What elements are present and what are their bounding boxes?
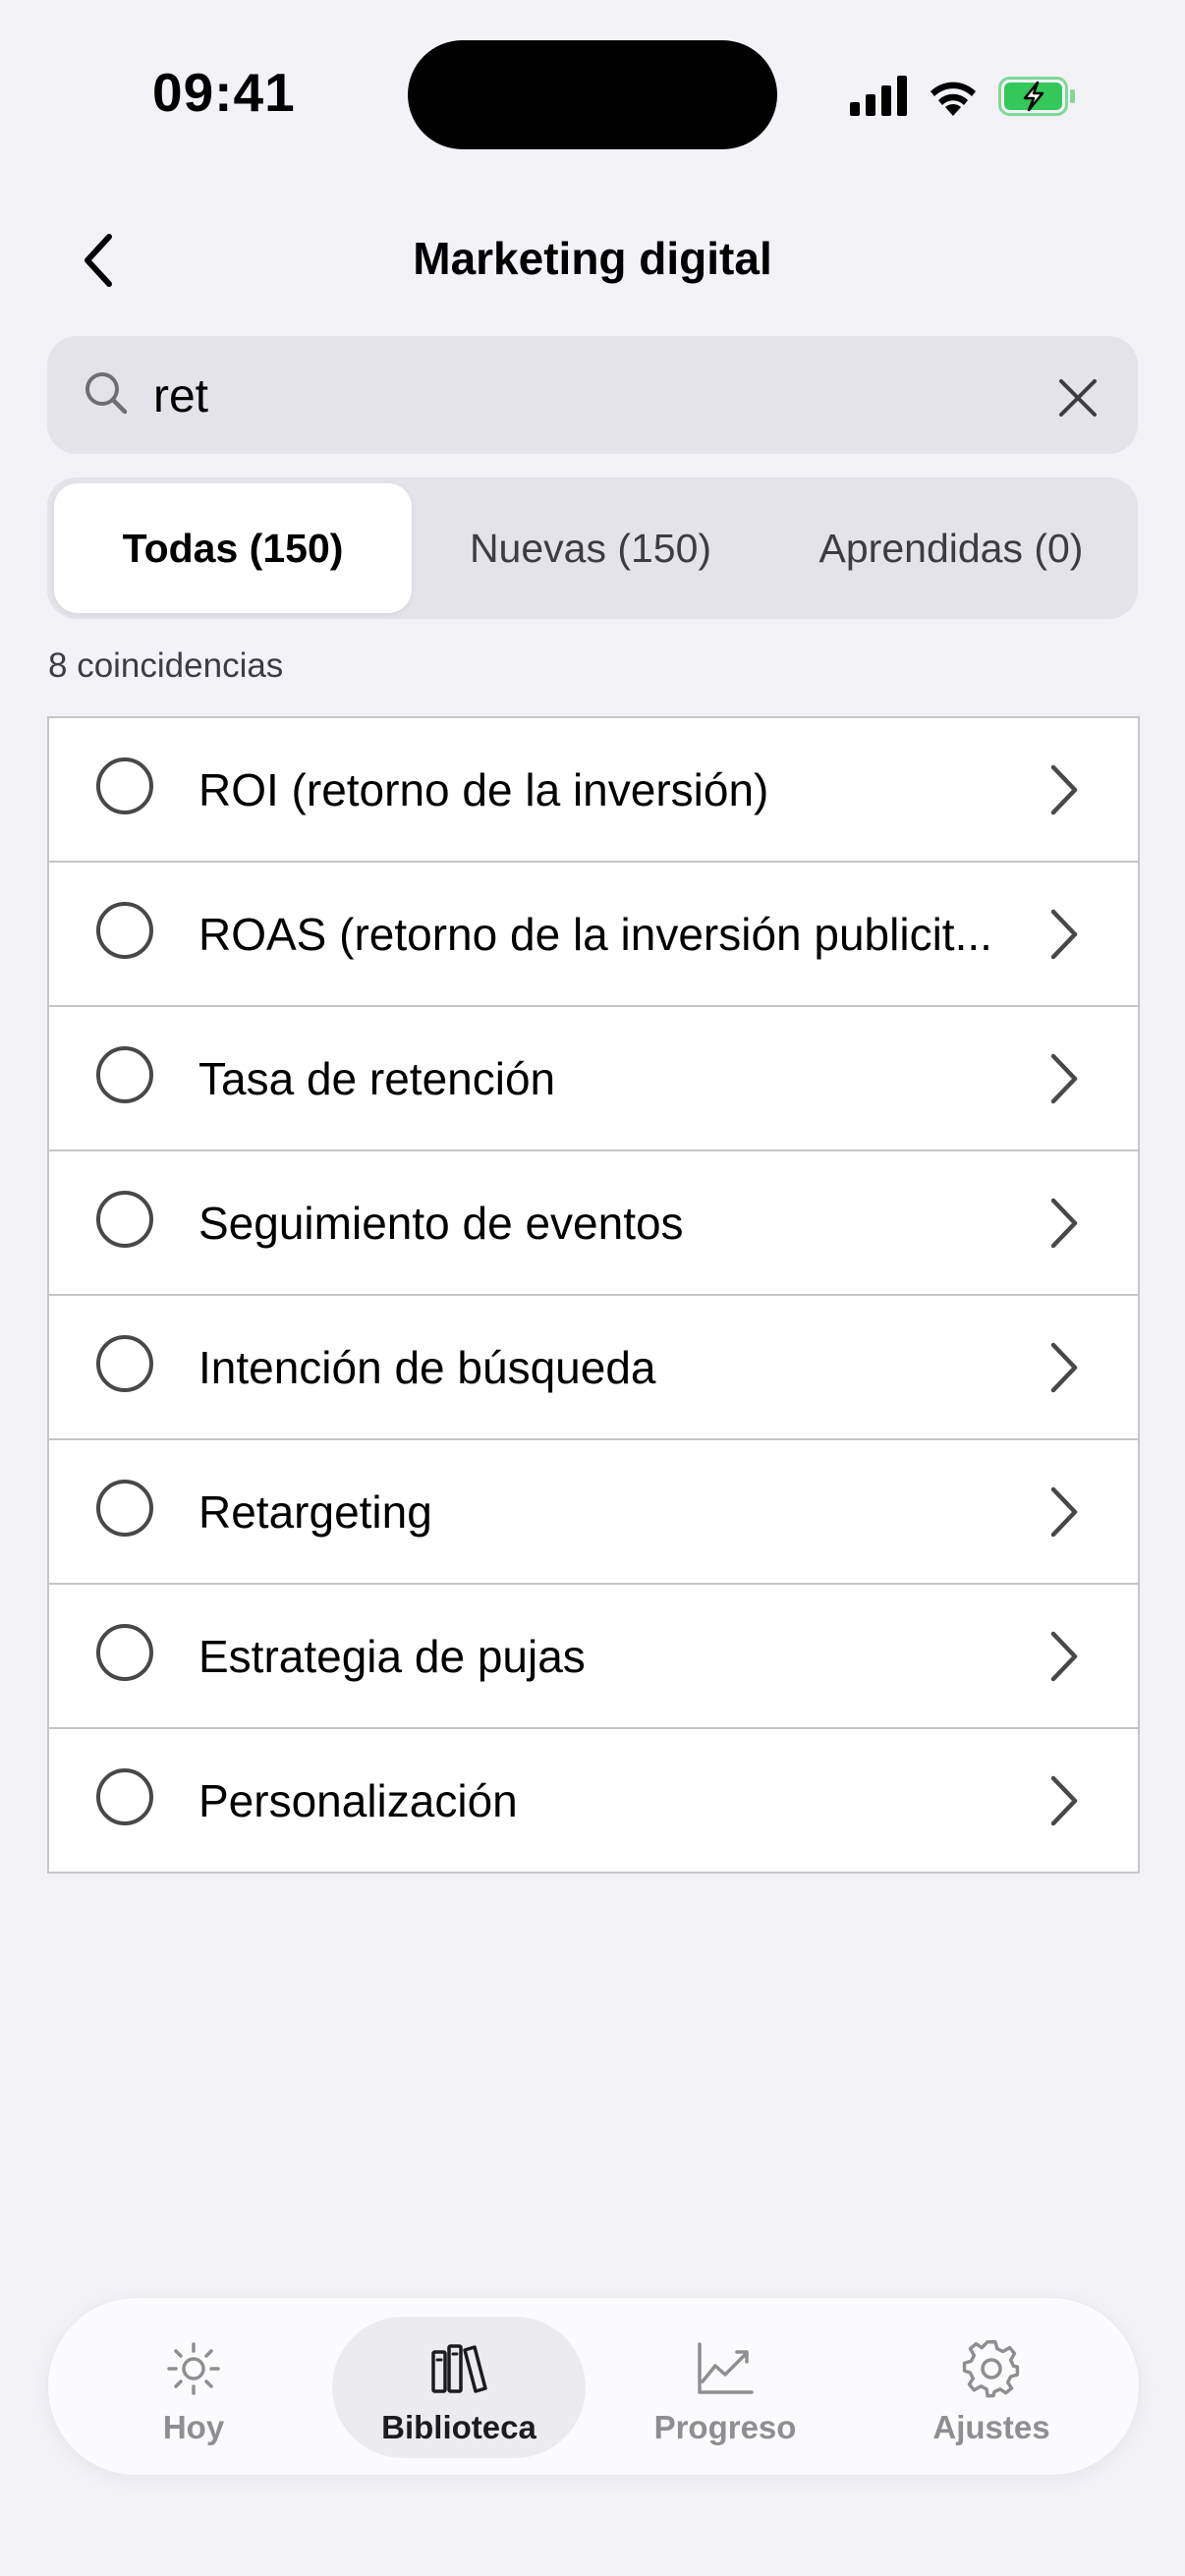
chevron-right-icon	[1050, 1775, 1078, 1826]
gear-icon	[962, 2340, 1020, 2398]
chevron-right-icon	[1050, 1053, 1078, 1104]
library-icon	[431, 2344, 487, 2393]
tab-nuevas[interactable]: Nuevas (150)	[412, 483, 769, 613]
list-item[interactable]: Intención de búsqueda	[49, 1296, 1138, 1440]
list-item-label: Tasa de retención	[198, 1052, 556, 1104]
list-item-label: Intención de búsqueda	[198, 1341, 656, 1393]
radio-circle-icon[interactable]	[96, 1624, 153, 1681]
page-title: Marketing digital	[413, 233, 772, 284]
radio-circle-icon[interactable]	[96, 757, 153, 814]
radio-circle-icon[interactable]	[96, 1768, 153, 1825]
radio-circle-icon[interactable]	[96, 1046, 153, 1103]
status-icons	[847, 73, 1083, 120]
chevron-right-icon	[1050, 1198, 1078, 1249]
list-item-label: Retargeting	[198, 1485, 432, 1538]
status-time: 09:41	[152, 62, 296, 123]
chevron-right-icon	[1050, 764, 1078, 815]
radio-circle-icon[interactable]	[96, 1335, 153, 1392]
tab-label: Hoy	[162, 2409, 225, 2445]
list-item-label: Seguimiento de eventos	[198, 1197, 684, 1249]
list-item[interactable]: ROI (retorno de la inversión)	[49, 718, 1138, 863]
tab-label: Progreso	[653, 2409, 797, 2445]
close-icon	[1059, 379, 1097, 417]
list-item[interactable]: Estrategia de pujas	[49, 1585, 1138, 1729]
signal-icon	[850, 76, 907, 116]
list-item[interactable]: Tasa de retención	[49, 1007, 1138, 1151]
battery-icon	[998, 77, 1075, 116]
chevron-right-icon	[1050, 1342, 1078, 1393]
radio-circle-icon[interactable]	[96, 1480, 153, 1537]
tab-aprendidas[interactable]: Aprendidas (0)	[769, 483, 1133, 613]
tab-label: Biblioteca	[381, 2409, 536, 2445]
results-list: ROI (retorno de la inversión) ROAS (reto…	[47, 716, 1140, 1874]
chevron-right-icon	[1050, 1486, 1078, 1538]
clear-search-button[interactable]	[1053, 373, 1102, 422]
tab-ajustes[interactable]: Ajustes	[864, 2328, 1119, 2456]
list-item-label: Personalización	[198, 1774, 518, 1826]
list-item[interactable]: Personalización	[49, 1729, 1138, 1872]
list-item-label: ROAS (retorno de la inversión publicit..…	[198, 908, 992, 960]
search-icon	[83, 369, 130, 420]
sun-icon	[167, 2342, 220, 2395]
list-item[interactable]: ROAS (retorno de la inversión publicit..…	[49, 863, 1138, 1007]
radio-circle-icon[interactable]	[96, 1191, 153, 1248]
tab-todas[interactable]: Todas (150)	[54, 483, 412, 613]
chevron-right-icon	[1050, 1631, 1078, 1682]
radio-circle-icon[interactable]	[96, 902, 153, 959]
list-item[interactable]: Retargeting	[49, 1440, 1138, 1585]
tab-biblioteca[interactable]: Biblioteca	[331, 2328, 587, 2456]
tab-progreso[interactable]: Progreso	[597, 2328, 853, 2456]
chart-icon	[698, 2342, 754, 2394]
tab-hoy[interactable]: Hoy	[66, 2328, 321, 2456]
tab-label: Ajustes	[932, 2409, 1050, 2445]
search-input[interactable]	[153, 354, 1018, 438]
match-count: 8 coincidencias	[48, 646, 284, 685]
list-item-label: ROI (retorno de la inversión)	[198, 763, 769, 815]
list-item-label: Estrategia de pujas	[198, 1630, 586, 1682]
chevron-right-icon	[1050, 909, 1078, 960]
wifi-icon	[931, 82, 976, 116]
list-item[interactable]: Seguimiento de eventos	[49, 1151, 1138, 1296]
dynamic-island	[408, 40, 777, 149]
